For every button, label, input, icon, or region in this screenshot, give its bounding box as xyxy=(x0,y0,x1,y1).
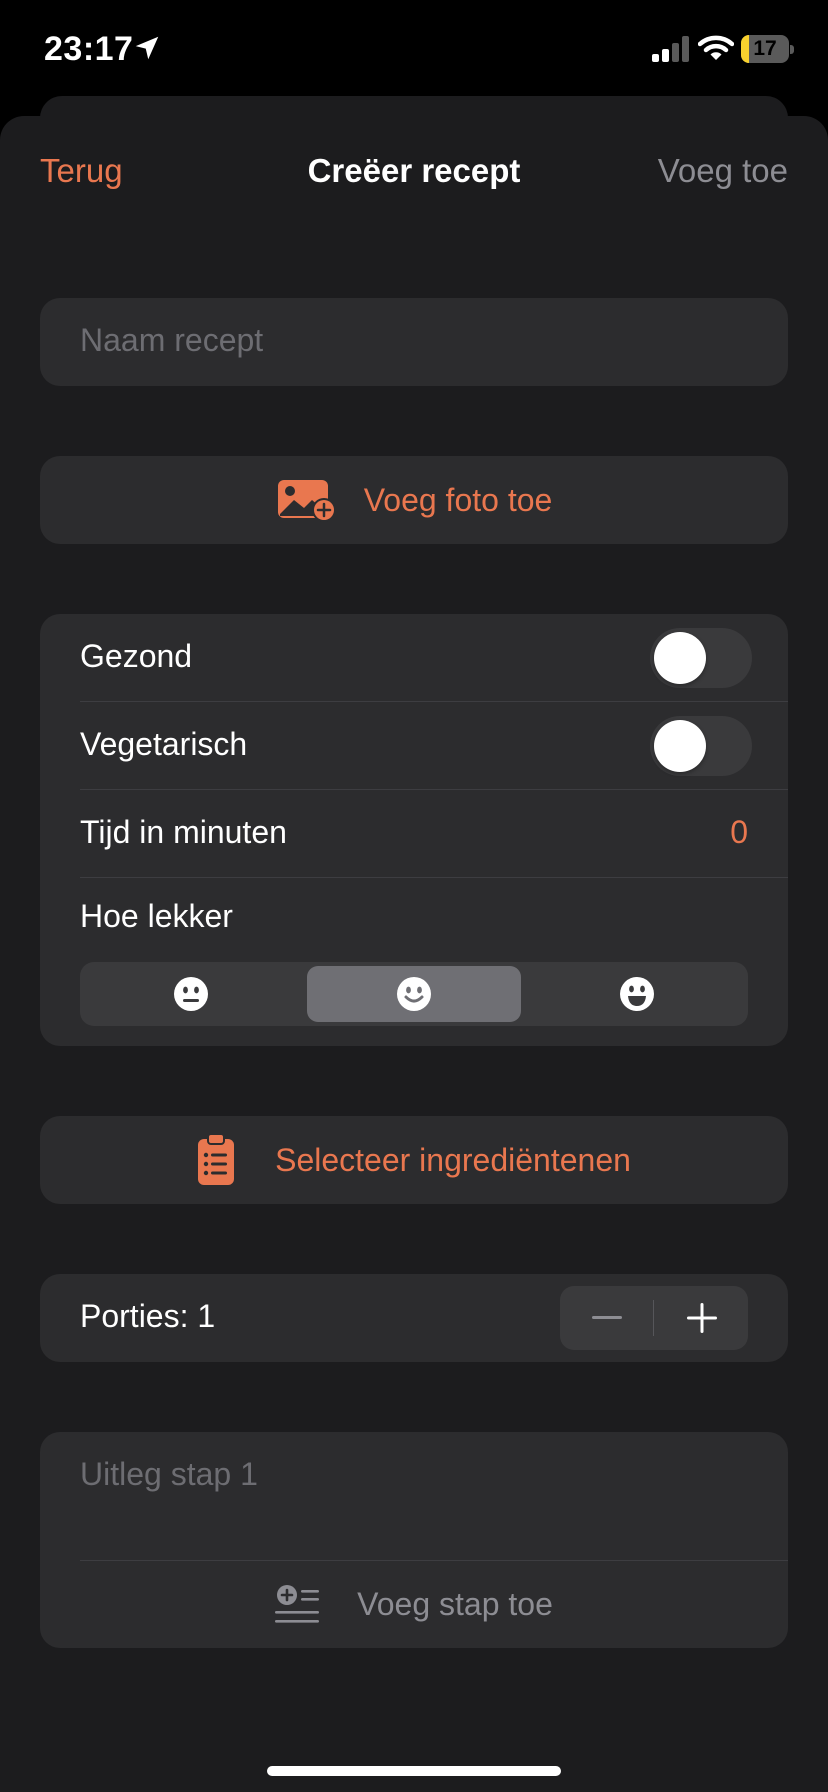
portions-stepper xyxy=(560,1286,748,1350)
location-arrow-icon xyxy=(135,36,159,60)
add-list-icon xyxy=(275,1584,320,1625)
vegetarian-label: Vegetarisch xyxy=(80,726,248,762)
vegetarian-row: Vegetarisch xyxy=(80,702,788,790)
clipboard-list-icon xyxy=(197,1133,235,1187)
status-bar: 23:17 17 xyxy=(0,0,828,100)
time-row[interactable]: Tijd in minuten 0 xyxy=(80,790,788,878)
step-1-placeholder: Uitleg stap 1 xyxy=(80,1456,258,1492)
healthy-row: Gezond xyxy=(80,614,788,702)
plus-icon xyxy=(686,1303,717,1333)
neutral-face-icon xyxy=(174,977,208,1011)
create-recipe-sheet: Terug Creëer recept Voeg toe Naam recept… xyxy=(0,116,828,1792)
select-ingredients-button[interactable]: Selecteer ingrediëntenen xyxy=(40,1116,788,1204)
recipe-name-field[interactable]: Naam recept xyxy=(40,298,788,386)
step-1-field[interactable]: Uitleg stap 1 xyxy=(40,1432,788,1560)
healthy-label: Gezond xyxy=(80,638,193,674)
decrement-button[interactable] xyxy=(560,1286,653,1350)
add-step-label: Voeg stap toe xyxy=(357,1586,553,1622)
grinning-face-icon xyxy=(620,977,654,1011)
recipe-name-placeholder: Naam recept xyxy=(80,322,264,358)
time-value[interactable]: 0 xyxy=(730,814,748,851)
wifi-icon xyxy=(698,35,734,60)
add-photo-label: Voeg foto toe xyxy=(363,481,553,518)
navigation-bar: Terug Creëer recept Voeg toe xyxy=(0,116,828,226)
portions-card: Porties: 1 xyxy=(40,1274,788,1362)
smiling-face-icon xyxy=(397,977,431,1011)
add-photo-button[interactable]: Voeg foto toe xyxy=(40,456,788,544)
tasty-row: Hoe lekker xyxy=(80,878,788,958)
time-label: Tijd in minuten xyxy=(80,814,287,850)
tasty-option-neutral[interactable] xyxy=(84,966,298,1022)
add-photo-icon xyxy=(276,478,338,522)
cellular-signal-icon xyxy=(652,36,689,62)
vegetarian-toggle[interactable] xyxy=(650,716,752,776)
select-ingredients-label: Selecteer ingrediëntenen xyxy=(275,1141,631,1178)
tasty-label: Hoe lekker xyxy=(80,898,233,934)
portions-label: Porties: 1 xyxy=(80,1298,216,1334)
tasty-option-smiling[interactable] xyxy=(307,966,521,1022)
home-indicator[interactable] xyxy=(267,1766,561,1776)
battery-level: 17 xyxy=(753,37,777,60)
steps-card: Uitleg stap 1 Voeg stap toe xyxy=(40,1432,788,1648)
tasty-segmented-control xyxy=(80,962,748,1026)
options-card: Gezond Vegetarisch Tijd in minuten 0 Hoe… xyxy=(40,614,788,1046)
status-time: 23:17 xyxy=(44,30,134,68)
add-button[interactable]: Voeg toe xyxy=(658,152,788,190)
minus-icon xyxy=(591,1316,622,1319)
increment-button[interactable] xyxy=(655,1286,748,1350)
tasty-option-grinning[interactable] xyxy=(530,966,744,1022)
battery-charging-icon: 17 xyxy=(741,35,795,63)
add-step-button[interactable]: Voeg stap toe xyxy=(40,1561,788,1648)
healthy-toggle[interactable] xyxy=(650,628,752,688)
